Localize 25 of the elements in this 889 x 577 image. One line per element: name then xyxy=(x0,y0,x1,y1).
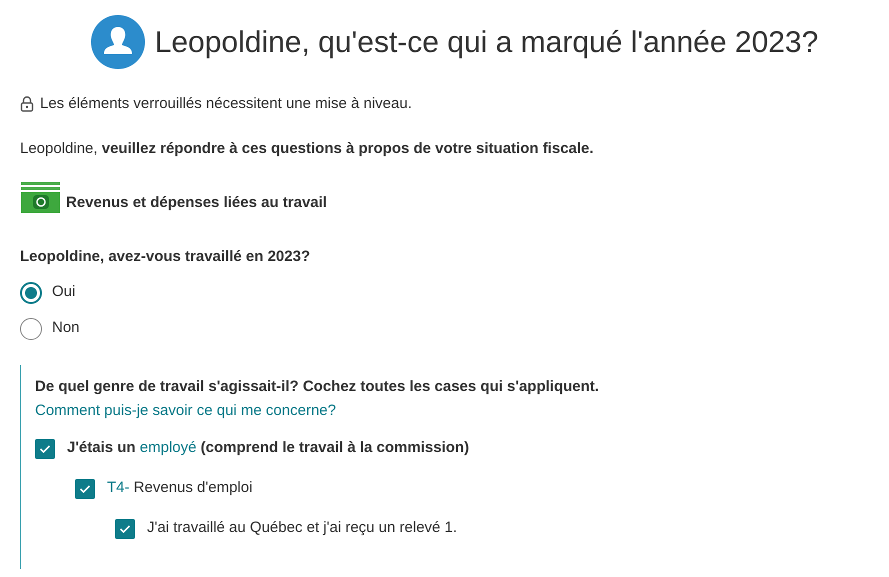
radio-label: Oui xyxy=(52,282,76,302)
lock-icon xyxy=(20,96,34,112)
radio-button[interactable] xyxy=(20,318,42,340)
checkbox[interactable] xyxy=(35,438,55,458)
intro-text: Leopoldine, veuillez répondre à ces questions à propos de votre situation fiscale. xyxy=(20,138,595,158)
help-link[interactable]: Comment puis-je savoir ce qui me concerne? xyxy=(35,402,336,418)
checkbox[interactable] xyxy=(115,518,135,538)
page-title: Leopoldine, qu'est-ce qui a marqué l'année 2023? xyxy=(154,24,818,60)
checkmark-icon xyxy=(39,444,51,454)
checkbox-label: J'ai travaillé au Québec et j'ai reçu un relevé 1. xyxy=(147,518,458,538)
user-avatar-icon xyxy=(90,15,145,69)
checkbox[interactable] xyxy=(75,478,95,498)
link[interactable]: employé xyxy=(140,439,196,456)
checkbox-label: J'étais un employé (comprend le travail à la commission) xyxy=(67,438,470,458)
section-title: Revenus et dépenses liées au travail xyxy=(66,192,327,212)
money-icon xyxy=(20,182,62,214)
radio-label: Non xyxy=(52,318,80,338)
checkmark-icon xyxy=(119,524,131,534)
checkmark-icon xyxy=(79,484,91,494)
follow-up-prompt: De quel genre de travail s'agissait-il? Cochez toutes les cases qui s'appliquent. Comment puis-je savoir ce qui me concerne? xyxy=(35,376,600,420)
radio-button[interactable] xyxy=(20,282,42,304)
link[interactable]: T4- xyxy=(107,479,130,496)
notice-text: Les éléments verrouillés nécessitent une mise à niveau. xyxy=(40,94,412,114)
question-text: Leopoldine, avez-vous travaillé en 2023? xyxy=(20,247,312,267)
checkbox-label: T4- Revenus d'emploi xyxy=(107,478,252,498)
